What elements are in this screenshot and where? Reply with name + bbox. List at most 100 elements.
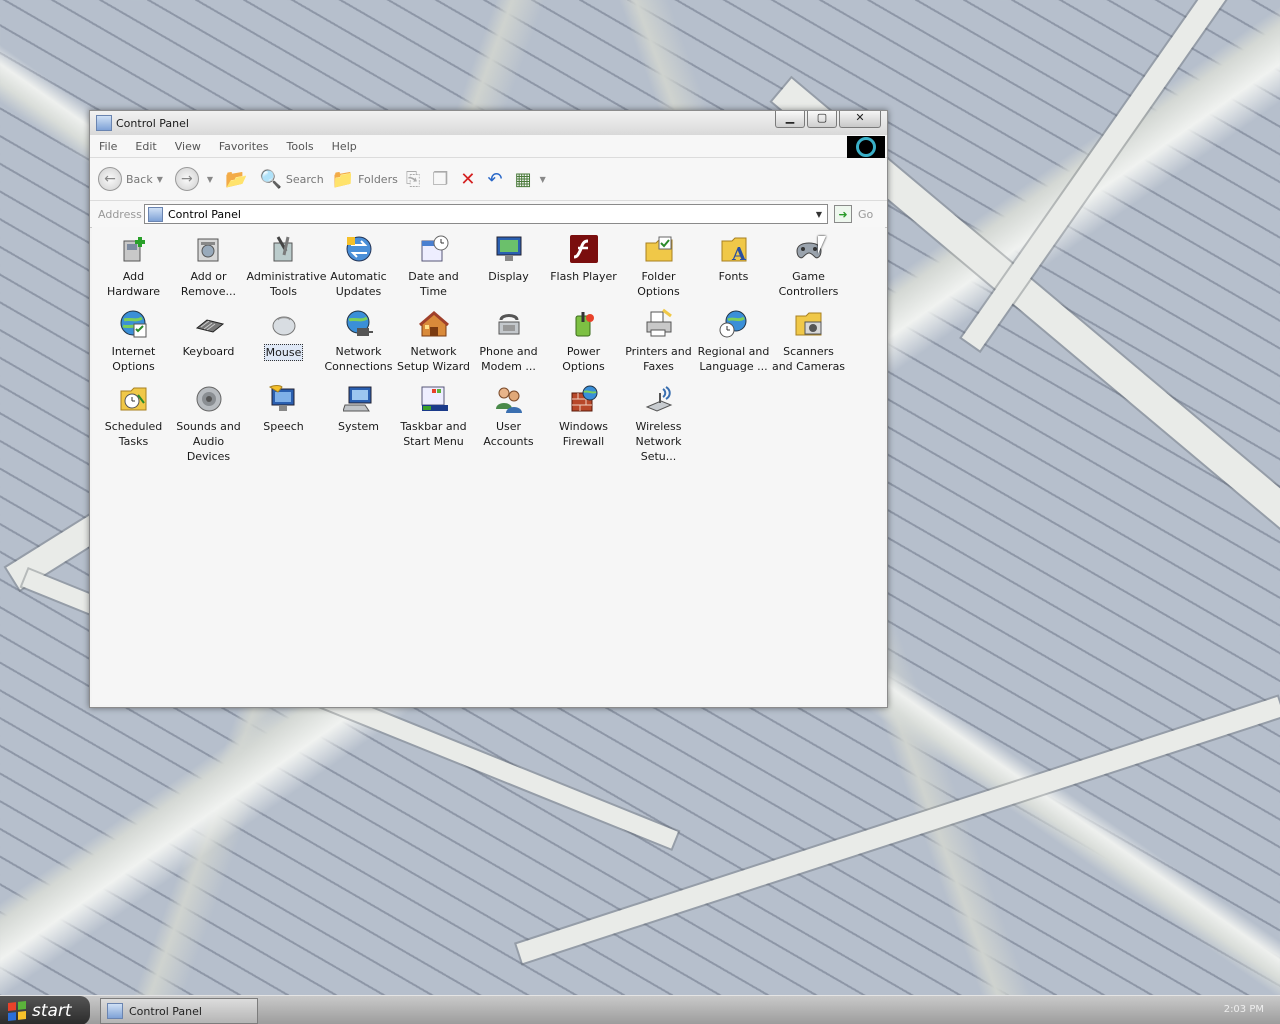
control-panel-window[interactable]: Control Panel ▁ ▢ ✕ File Edit View Favor… — [89, 110, 888, 708]
control-panel-item[interactable]: Add or Remove... — [171, 227, 246, 302]
item-label: Add Hardware — [106, 270, 161, 298]
menu-view[interactable]: View — [166, 140, 210, 153]
taskbar-start-icon — [418, 383, 450, 415]
menu-favorites[interactable]: Favorites — [210, 140, 278, 153]
item-label: Keyboard — [182, 345, 235, 358]
control-panel-item[interactable]: Network Setup Wizard — [396, 302, 471, 377]
control-panel-item[interactable]: System — [321, 377, 396, 452]
control-panel-item[interactable]: Display — [471, 227, 546, 302]
item-label: Internet Options — [111, 345, 156, 373]
item-label: Sounds and Audio Devices — [176, 420, 241, 463]
items-view[interactable]: Add Hardware Add or Remove... Administrati… — [92, 227, 885, 705]
control-panel-item[interactable]: Keyboard — [171, 302, 246, 377]
speech-icon — [268, 383, 300, 415]
go-button[interactable]: ➜ Go — [834, 205, 873, 223]
folder-options-icon — [643, 233, 675, 265]
title-bar[interactable]: Control Panel ▁ ▢ ✕ — [90, 111, 887, 135]
internet-options-icon — [118, 308, 150, 340]
control-panel-item[interactable]: Date and Time — [396, 227, 471, 302]
menu-file[interactable]: File — [90, 140, 126, 153]
control-panel-item[interactable]: Mouse — [246, 302, 321, 377]
search-button[interactable]: 🔍 Search — [259, 169, 323, 190]
search-icon: 🔍 — [259, 168, 282, 190]
window-title: Control Panel — [116, 116, 189, 130]
control-panel-item[interactable]: Wireless Network Setu... — [621, 377, 696, 463]
control-panel-item[interactable]: User Accounts — [471, 377, 546, 452]
back-dropdown-icon[interactable]: ▼ — [157, 175, 163, 184]
control-panel-item[interactable]: Sounds and Audio Devices — [171, 377, 246, 463]
control-panel-item[interactable]: Printers and Faxes — [621, 302, 696, 377]
minimize-button[interactable]: ▁ — [775, 111, 805, 128]
menu-help[interactable]: Help — [323, 140, 366, 153]
user-accounts-icon — [493, 383, 525, 415]
item-label: Game Controllers — [778, 270, 839, 298]
forward-button[interactable]: → ▼ — [174, 167, 217, 191]
phone-modem-icon — [493, 308, 525, 340]
address-label: Address — [98, 207, 142, 221]
control-panel-item[interactable]: Power Options — [546, 302, 621, 377]
menu-edit[interactable]: Edit — [126, 140, 165, 153]
automatic-updates-icon — [343, 233, 375, 265]
item-label: System — [337, 420, 380, 433]
go-label: Go — [858, 207, 874, 221]
address-dropdown-icon[interactable]: ▼ — [811, 205, 827, 223]
control-panel-item[interactable]: Speech — [246, 377, 321, 452]
control-panel-item[interactable]: Windows Firewall — [546, 377, 621, 452]
views-button[interactable]: ▦ ▼ — [515, 169, 550, 190]
undo-icon: ↶ — [487, 168, 503, 190]
control-panel-item[interactable]: Scheduled Tasks — [96, 377, 171, 452]
control-panel-item[interactable]: Add Hardware — [96, 227, 171, 302]
search-label: Search — [285, 172, 324, 186]
control-panel-item[interactable]: Game Controllers — [771, 227, 846, 302]
control-panel-item[interactable]: Flash Player — [546, 227, 621, 302]
menu-tools[interactable]: Tools — [278, 140, 323, 153]
delete-button[interactable]: ✕ — [460, 169, 479, 190]
forward-arrow-icon: → — [174, 167, 199, 191]
folders-button[interactable]: 📁 Folders — [332, 169, 398, 190]
scheduled-tasks-icon — [118, 383, 150, 415]
address-input[interactable]: Control Panel ▼ — [144, 204, 828, 224]
flash-player-icon — [568, 233, 600, 265]
delete-icon: ✕ — [460, 168, 476, 190]
back-label: Back — [126, 172, 153, 186]
close-button[interactable]: ✕ — [839, 111, 881, 128]
item-label: Administrative Tools — [246, 270, 327, 298]
svg-text:A: A — [731, 244, 747, 265]
go-arrow-icon: ➜ — [834, 205, 852, 223]
item-label: Windows Firewall — [558, 420, 609, 448]
control-panel-item[interactable]: Folder Options — [621, 227, 696, 302]
item-label: Wireless Network Setu... — [635, 420, 682, 463]
control-panel-icon — [148, 206, 163, 222]
power-options-icon — [568, 308, 600, 340]
menu-bar: File Edit View Favorites Tools Help — [90, 135, 887, 158]
taskbar-button-control-panel[interactable]: Control Panel — [100, 998, 258, 1024]
move-to-button[interactable]: ⎘ — [406, 169, 424, 190]
control-panel-item[interactable]: Phone and Modem ... — [471, 302, 546, 377]
control-panel-item[interactable]: Regional and Language ... — [696, 302, 771, 377]
start-button[interactable]: start — [0, 996, 90, 1024]
item-label: Scheduled Tasks — [104, 420, 163, 448]
control-panel-item[interactable]: Scanners and Cameras — [771, 302, 846, 377]
control-panel-item[interactable]: Automatic Updates — [321, 227, 396, 302]
maximize-button[interactable]: ▢ — [807, 111, 837, 128]
forward-dropdown-icon[interactable]: ▼ — [207, 175, 213, 184]
copy-to-button[interactable]: ❐ — [432, 169, 452, 190]
item-label: Network Connections — [324, 345, 393, 373]
regional-language-icon — [718, 308, 750, 340]
item-label: Power Options — [562, 345, 605, 373]
back-button[interactable]: ← Back ▼ — [98, 167, 167, 191]
control-panel-item[interactable]: Internet Options — [96, 302, 171, 377]
taskbar: start Control Panel 2:03 PM — [0, 995, 1280, 1024]
control-panel-item[interactable]: Taskbar and Start Menu — [396, 377, 471, 452]
undo-button[interactable]: ↶ — [487, 169, 506, 190]
system-icon — [341, 383, 375, 415]
control-panel-item[interactable]: Administrative Tools — [246, 227, 327, 302]
control-panel-item[interactable]: Network Connections — [321, 302, 396, 377]
up-folder-button[interactable]: 📂 — [225, 169, 251, 190]
clock: 2:03 PM — [1223, 1004, 1264, 1015]
control-panel-item[interactable]: A Fonts — [696, 227, 771, 302]
item-label: Flash Player — [550, 270, 617, 283]
folders-icon: 📁 — [331, 168, 355, 190]
sounds-audio-icon — [193, 383, 225, 415]
folders-label: Folders — [358, 172, 398, 186]
